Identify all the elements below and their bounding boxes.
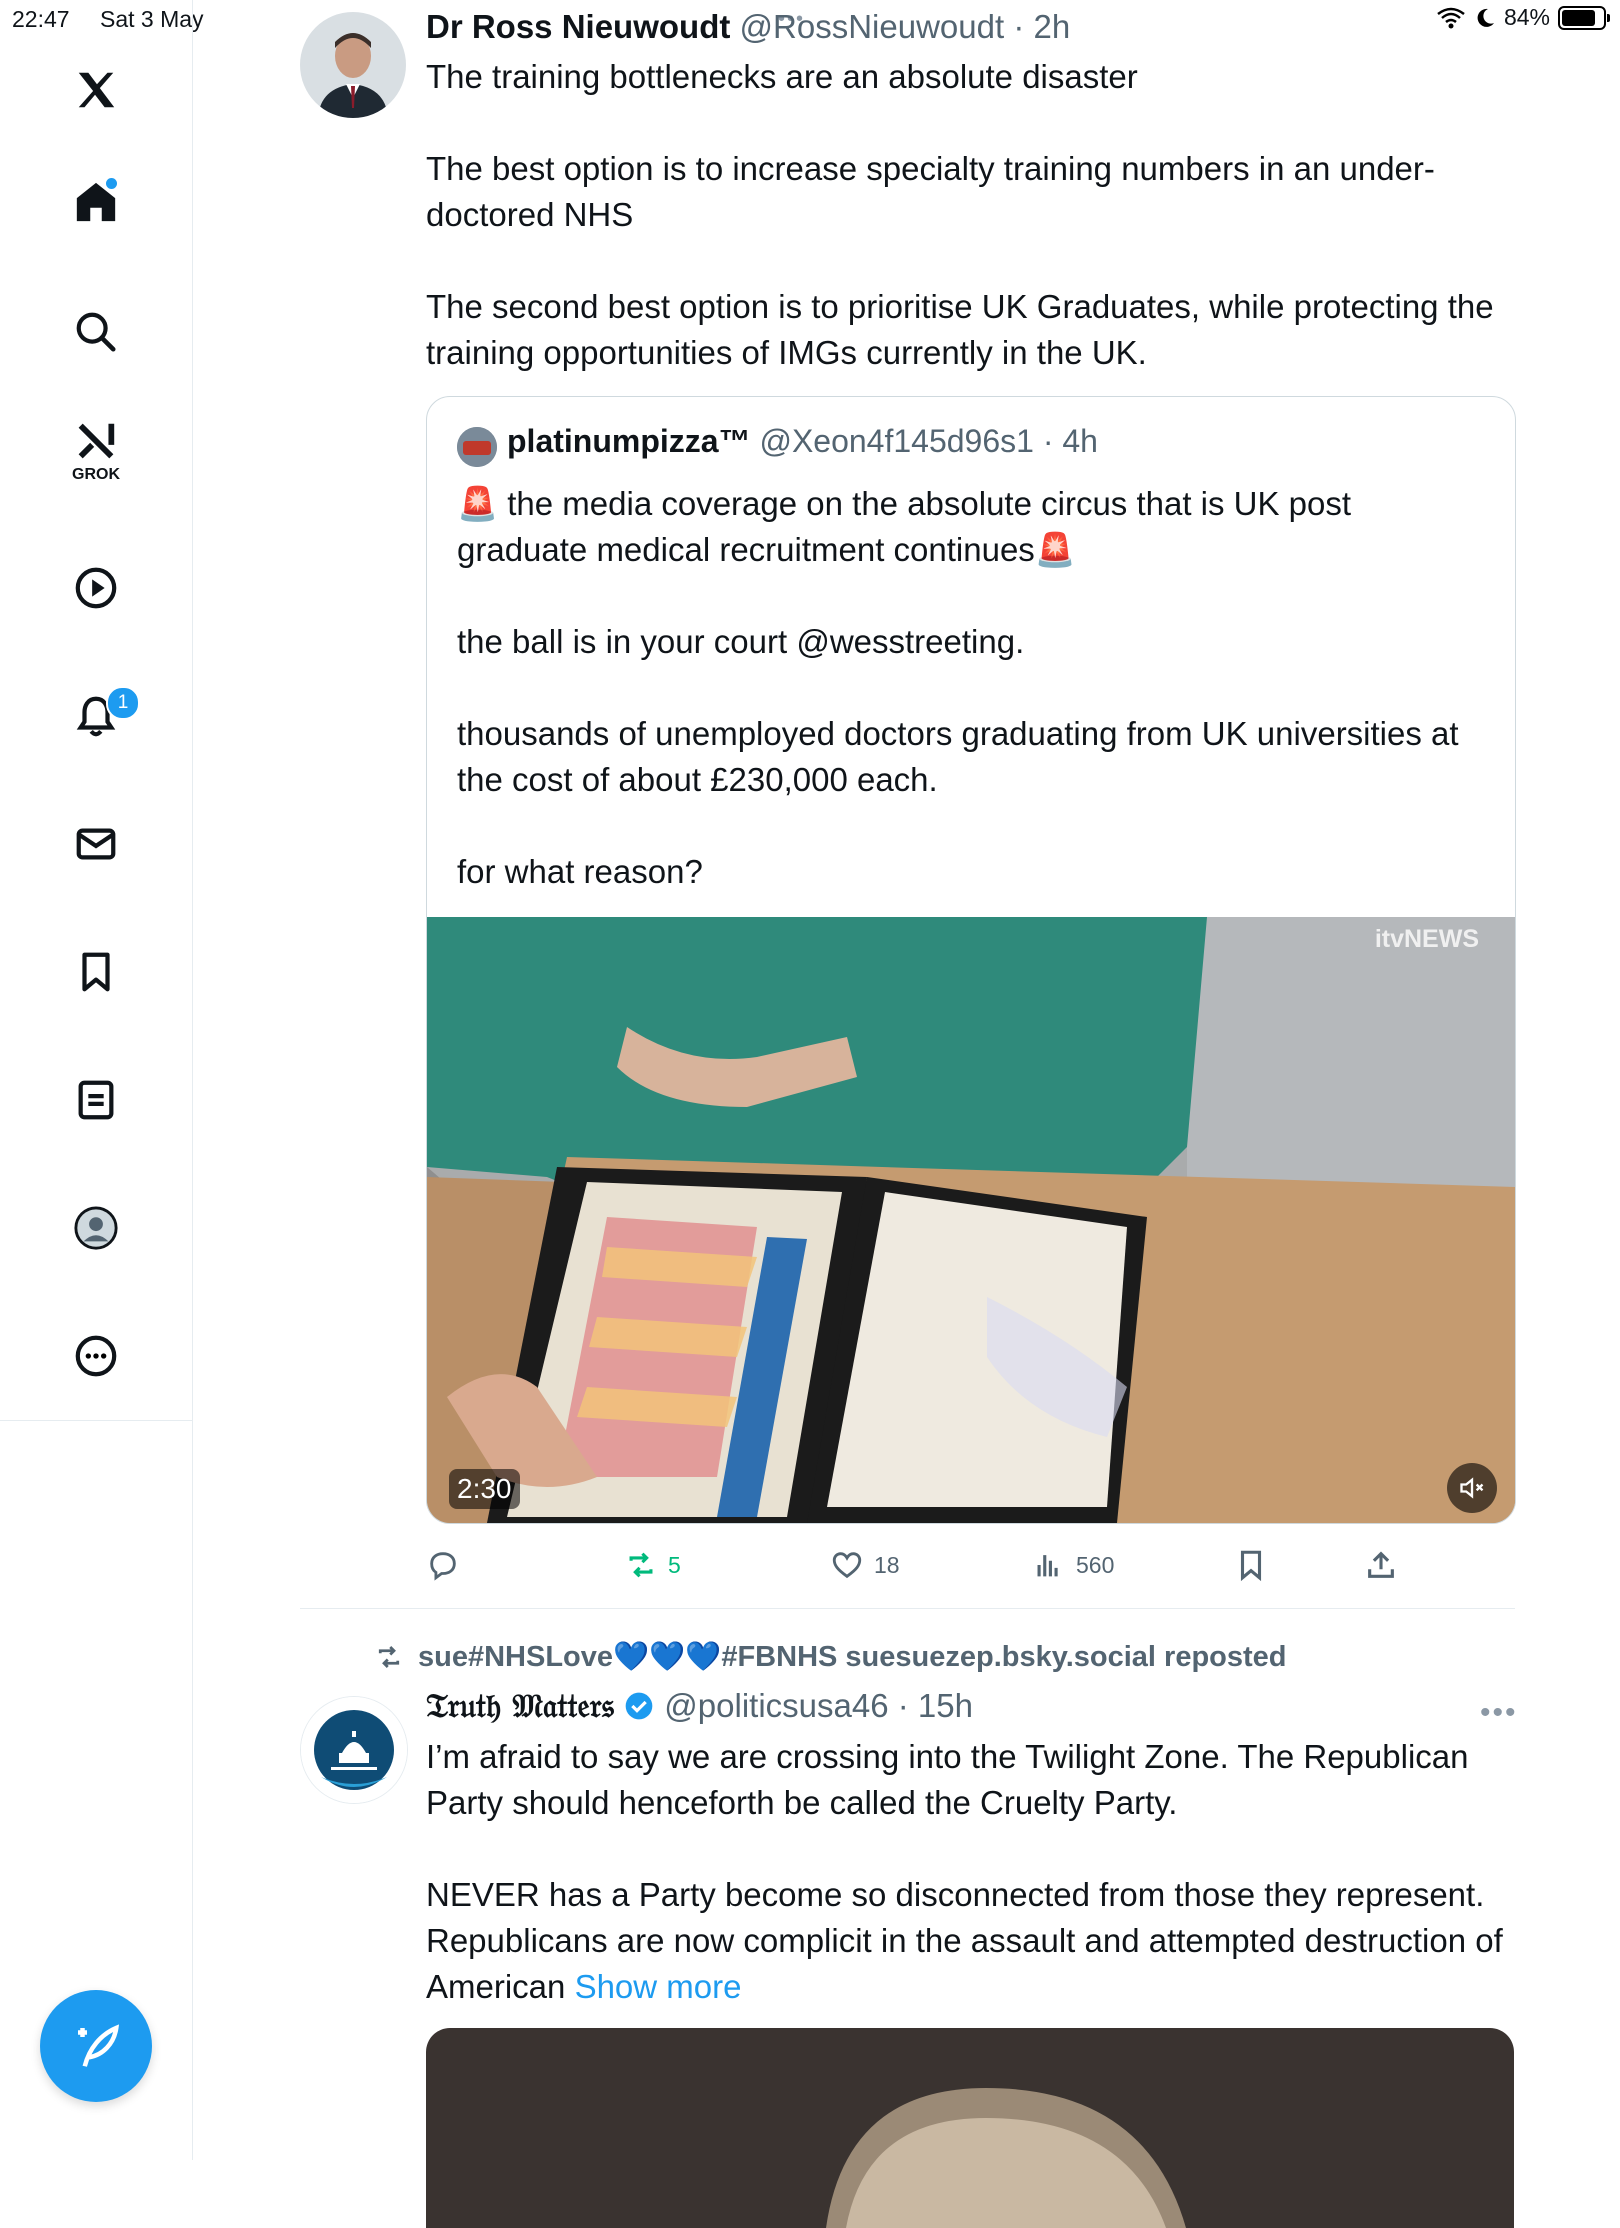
quote-header: platinumpizza™ @Xeon4f145d96s1 · 4h <box>507 423 1098 460</box>
nav-grok[interactable]: GROK <box>56 410 136 490</box>
video-frame <box>427 917 1515 1523</box>
tweet-image[interactable] <box>426 2028 1514 2228</box>
grok-label: GROK <box>72 466 120 483</box>
sidebar-separator <box>0 1420 192 1421</box>
retweet-icon <box>629 1552 653 1578</box>
views-button[interactable]: 560 <box>1032 1548 1114 1582</box>
nav-notifications[interactable]: 1 <box>56 676 140 756</box>
wifi-icon <box>1437 7 1465 28</box>
bookmark-button[interactable] <box>1234 1548 1268 1582</box>
moon-icon <box>1477 8 1494 27</box>
nav-search[interactable] <box>56 292 136 372</box>
retweet-count: 5 <box>668 1551 681 1578</box>
avatar[interactable] <box>300 1696 408 1804</box>
grok-icon <box>78 423 115 459</box>
nav-profile[interactable] <box>56 1188 136 1268</box>
itv-watermark: itvNEWS <box>1374 925 1479 953</box>
avatar-photo <box>300 12 406 118</box>
compose-button[interactable] <box>40 1990 152 2102</box>
tweet-header: 𝔗𝔯𝔲𝔱𝔥 𝔐𝔞𝔱𝔱𝔢𝔯𝔰 @politicsusa46 · 15h <box>426 1686 973 1726</box>
tweet-divider <box>300 1608 1515 1609</box>
retweet-small-icon <box>378 1646 400 1668</box>
x-logo-glyph <box>78 72 115 108</box>
tweet-time[interactable]: · 2h <box>1013 8 1070 45</box>
verified-badge-icon <box>625 1692 653 1720</box>
play-icon <box>75 567 117 609</box>
video-duration: 2:30 <box>449 1469 520 1509</box>
nav-home[interactable] <box>56 162 136 242</box>
more-icon <box>75 1335 117 1377</box>
sidebar: GROK 1 <box>0 0 193 2160</box>
like-count: 18 <box>874 1551 900 1578</box>
tweet-actions: 5 18 560 <box>426 1540 1514 1590</box>
author-handle[interactable]: @politicsusa46 <box>664 1687 888 1724</box>
views-chart-icon <box>1037 1555 1058 1577</box>
notifications-badge: 1 <box>106 686 140 720</box>
quote-author-handle[interactable]: @Xeon4f145d96s1 <box>759 423 1033 459</box>
author-name[interactable]: 𝔗𝔯𝔲𝔱𝔥 𝔐𝔞𝔱𝔱𝔢𝔯𝔰 <box>426 1686 614 1725</box>
battery-icon <box>1558 5 1610 30</box>
repost-indicator[interactable]: sue#NHSLove💙💙💙#FBNHS suesuezep.bsky.soci… <box>374 1640 1287 1674</box>
author-name[interactable]: Dr Ross Nieuwoudt <box>426 8 730 45</box>
tweet-time[interactable]: · 15h <box>898 1687 973 1724</box>
battery-level <box>1562 9 1595 26</box>
nav-bookmarks[interactable] <box>56 932 136 1012</box>
profile-icon <box>74 1206 118 1250</box>
home-unread-dot <box>106 178 117 189</box>
author-handle[interactable]: @RossNieuwoudt <box>740 8 1005 45</box>
compose-feather-icon <box>78 2024 120 2067</box>
battery-percent: 84% <box>1503 4 1550 30</box>
list-icon <box>78 1080 114 1120</box>
quote-author-name[interactable]: platinumpizza™ <box>507 423 751 459</box>
mute-button[interactable] <box>1447 1463 1497 1513</box>
status-right: 84% <box>1436 4 1610 31</box>
nav-videos[interactable] <box>56 548 136 628</box>
quoted-tweet[interactable]: platinumpizza™ @Xeon4f145d96s1 · 4h 🚨 th… <box>426 396 1516 1524</box>
bookmark-outline-icon <box>1240 1550 1262 1582</box>
like-button[interactable]: 18 <box>830 1548 900 1582</box>
reply-button[interactable] <box>426 1548 460 1582</box>
retweet-button[interactable]: 5 <box>624 1548 681 1582</box>
share-icon <box>1368 1551 1394 1578</box>
share-button[interactable] <box>1364 1548 1398 1582</box>
mail-icon <box>76 828 116 860</box>
capitol-logo-icon <box>301 1697 407 1803</box>
quote-avatar-photo <box>457 427 497 467</box>
tweet-text: The training bottlenecks are an absolute… <box>426 58 1494 371</box>
tweet-image-photo <box>426 2028 1514 2228</box>
quote-text: 🚨 the media coverage on the absolute cir… <box>457 485 1459 890</box>
bookmark-icon <box>82 952 110 992</box>
tweet-text: I’m afraid to say we are crossing into t… <box>426 1734 1516 2010</box>
quote-avatar[interactable] <box>457 427 497 467</box>
speaker-muted-icon <box>1460 1477 1484 1499</box>
view-count: 560 <box>1076 1551 1115 1578</box>
tweet-more-options-icon[interactable]: ••• <box>1480 1696 1518 1730</box>
reposted-by: sue#NHSLove💙💙💙#FBNHS suesuezep.bsky.soci… <box>418 1641 1287 1673</box>
x-logo-icon[interactable] <box>56 50 136 130</box>
nav-lists[interactable] <box>56 1060 136 1140</box>
nav-more[interactable] <box>56 1316 136 1396</box>
reply-icon <box>430 1552 456 1581</box>
heart-icon <box>832 1552 862 1579</box>
show-more-link[interactable]: Show more <box>575 1968 742 2005</box>
tweet-header: Dr Ross Nieuwoudt @RossNieuwoudt · 2h <box>426 8 1070 46</box>
avatar[interactable] <box>300 12 406 118</box>
tweet-body: I’m afraid to say we are crossing into t… <box>426 1738 1503 2005</box>
search-icon <box>76 312 116 352</box>
quote-time[interactable]: · 4h <box>1043 423 1098 459</box>
nav-messages[interactable] <box>56 804 136 884</box>
video-player[interactable]: itvNEWS 2:30 <box>427 917 1515 1523</box>
